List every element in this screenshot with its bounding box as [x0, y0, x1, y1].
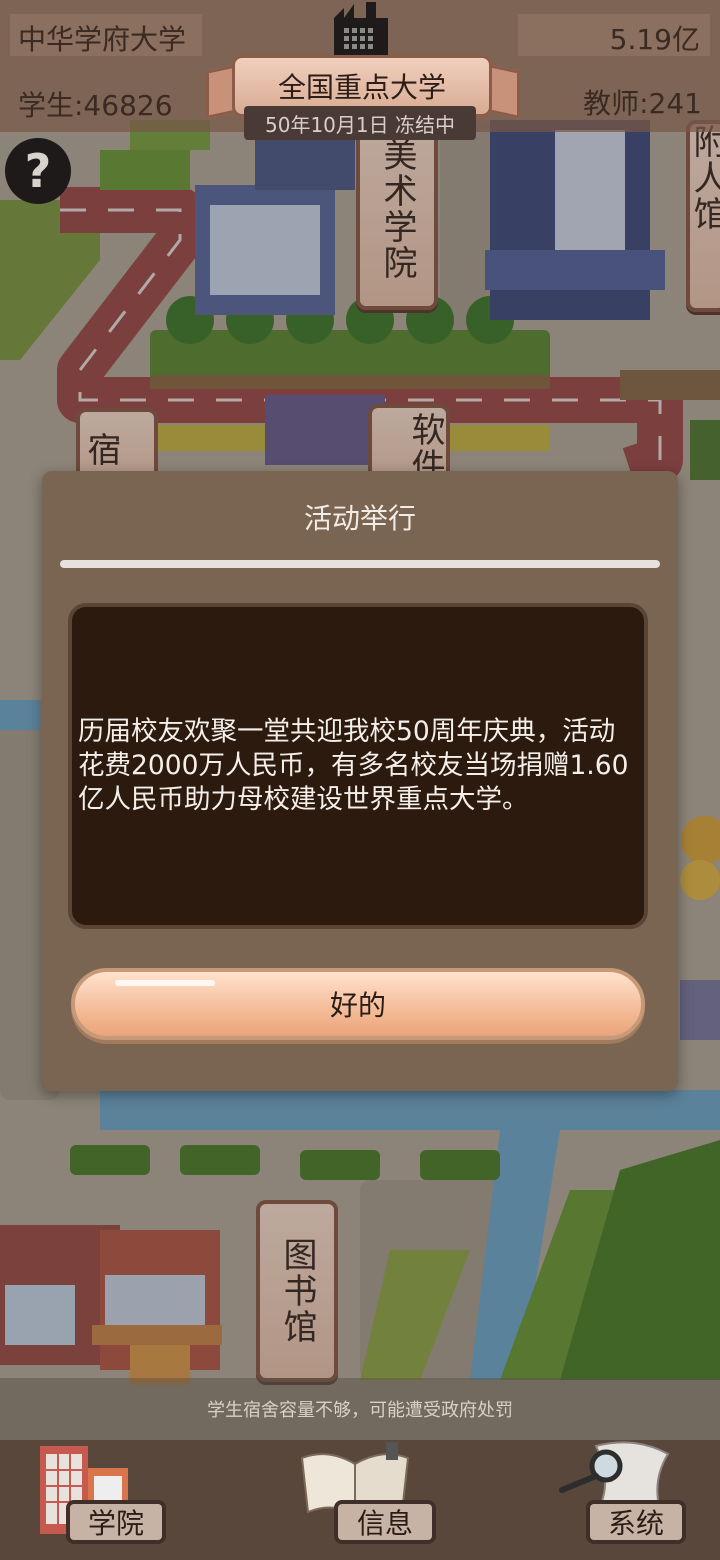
dialog-title: 活动举行 [303, 502, 416, 535]
money-value: 5.19亿 [609, 23, 700, 56]
right-building-sign[interactable]: 附人馆 [686, 120, 720, 312]
nav-system-text: 系统 [607, 1507, 664, 1540]
school-building-icon [330, 0, 392, 56]
teacher-count: 教师:241 [583, 87, 702, 120]
nav-info-label[interactable]: 信息 [334, 1500, 436, 1544]
warning-text: 学生宿舍容量不够，可能遭受政府处罚 [207, 1400, 513, 1421]
question-mark-icon: ? [24, 144, 52, 198]
help-button[interactable]: ? [5, 138, 71, 204]
ok-button[interactable]: 好的 [71, 968, 645, 1040]
event-dialog: 活动举行 历届校友欢聚一堂共迎我校50周年庆典，活动花费2000万人民币，有多名… [42, 471, 678, 1091]
dialog-message: 历届校友欢聚一堂共迎我校50周年庆典，活动花费2000万人民币，有多名校友当场捐… [78, 716, 629, 815]
nav-info-text: 信息 [356, 1507, 413, 1540]
dialog-message-box: 历届校友欢聚一堂共迎我校50周年庆典，活动花费2000万人民币，有多名校友当场捐… [68, 603, 648, 929]
ok-button-label: 好的 [329, 989, 386, 1022]
date-status-text: 50年10月1日 冻结中 [265, 112, 455, 137]
nav-system-label[interactable]: 系统 [586, 1500, 686, 1544]
student-count: 学生:46826 [18, 89, 173, 122]
status-header: 中华学府大学 5.19亿 学生:46826 教师:241 全国重点大学 50年1… [0, 0, 720, 140]
game-date-status[interactable]: 50年10月1日 冻结中 [244, 106, 476, 140]
nav-college-text: 学院 [87, 1507, 144, 1540]
library-sign[interactable]: 图书馆 [256, 1200, 338, 1382]
button-shine [115, 980, 215, 986]
nav-college-label[interactable]: 学院 [66, 1500, 166, 1544]
dialog-divider [60, 560, 660, 568]
warning-banner: 学生宿舍容量不够，可能遭受政府处罚 [0, 1378, 720, 1440]
university-rank: 全国重点大学 [277, 71, 446, 104]
university-name: 中华学府大学 [18, 23, 187, 56]
